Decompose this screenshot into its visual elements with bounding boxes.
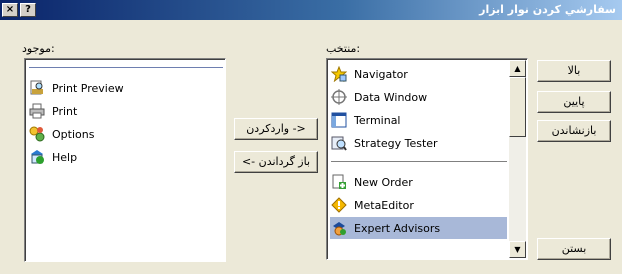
help-icon [28, 148, 46, 166]
selected-item-metaeditor[interactable]: MetaEditor [330, 194, 414, 216]
help-window-button[interactable]: ? [20, 3, 36, 17]
available-item-print[interactable]: Print [28, 100, 77, 122]
item-label: Data Window [354, 90, 428, 104]
selected-scrollbar[interactable]: ▲ ▼ [509, 60, 526, 258]
options-icon [28, 125, 46, 143]
selected-item-data-window[interactable]: Data Window [330, 86, 427, 108]
selected-item-navigator[interactable]: Navigator [330, 63, 408, 85]
item-label: Options [52, 127, 95, 141]
item-label: Strategy Tester [354, 136, 438, 150]
move-down-button[interactable]: پايين [537, 91, 611, 113]
item-label: New Order [354, 175, 413, 189]
selected-item-new-order[interactable]: New Order [330, 171, 413, 193]
reset-button[interactable]: بازنشاندن [537, 120, 611, 142]
scroll-thumb[interactable] [509, 77, 526, 137]
item-label: MetaEditor [354, 198, 414, 212]
item-label: Expert Advisors [354, 221, 441, 235]
strategy-tester-icon [330, 134, 348, 152]
available-listbox[interactable]: Print Preview Print Options Help [24, 58, 226, 262]
remove-button[interactable]: باز گرداندن -> [234, 151, 318, 173]
item-label: Print Preview [52, 81, 124, 95]
selected-item-strategy-tester[interactable]: Strategy Tester [330, 132, 438, 154]
available-item-print-preview[interactable]: Print Preview [28, 77, 124, 99]
navigator-star-icon [330, 65, 348, 83]
selected-item-terminal[interactable]: Terminal [330, 109, 401, 131]
customize-toolbar-dialog: × ? سفارشي كردن نوار ابزار :موجود Print … [0, 0, 622, 274]
item-label: Help [52, 150, 78, 164]
item-label: Navigator [354, 67, 408, 81]
insert-button[interactable]: <- واردكردن [234, 118, 318, 140]
terminal-icon [330, 111, 348, 129]
expert-advisors-icon [330, 219, 348, 237]
separator[interactable] [29, 61, 223, 73]
print-preview-icon [28, 79, 46, 97]
selected-label: :منتخب [326, 42, 361, 55]
item-label: Print [52, 104, 78, 118]
item-label: Terminal [354, 113, 401, 127]
metaeditor-icon [330, 196, 348, 214]
available-item-options[interactable]: Options [28, 123, 94, 145]
crosshair-icon [330, 88, 348, 106]
close-window-button[interactable]: × [2, 3, 18, 17]
window-title: سفارشي كردن نوار ابزار [479, 3, 616, 16]
available-item-help[interactable]: Help [28, 146, 77, 168]
new-order-icon [330, 173, 348, 191]
selected-item-expert-advisors[interactable]: Expert Advisors [330, 217, 507, 239]
scroll-down-arrow-icon[interactable]: ▼ [509, 241, 526, 258]
selected-listbox[interactable]: Navigator Data Window Terminal Strategy … [326, 58, 528, 260]
available-label: :موجود [22, 42, 55, 55]
close-button[interactable]: بستن [537, 238, 611, 260]
move-up-button[interactable]: بالا [537, 60, 611, 82]
scroll-up-arrow-icon[interactable]: ▲ [509, 60, 526, 77]
title-bar: × ? سفارشي كردن نوار ابزار [0, 0, 622, 20]
printer-icon [28, 102, 46, 120]
separator[interactable] [331, 155, 507, 167]
